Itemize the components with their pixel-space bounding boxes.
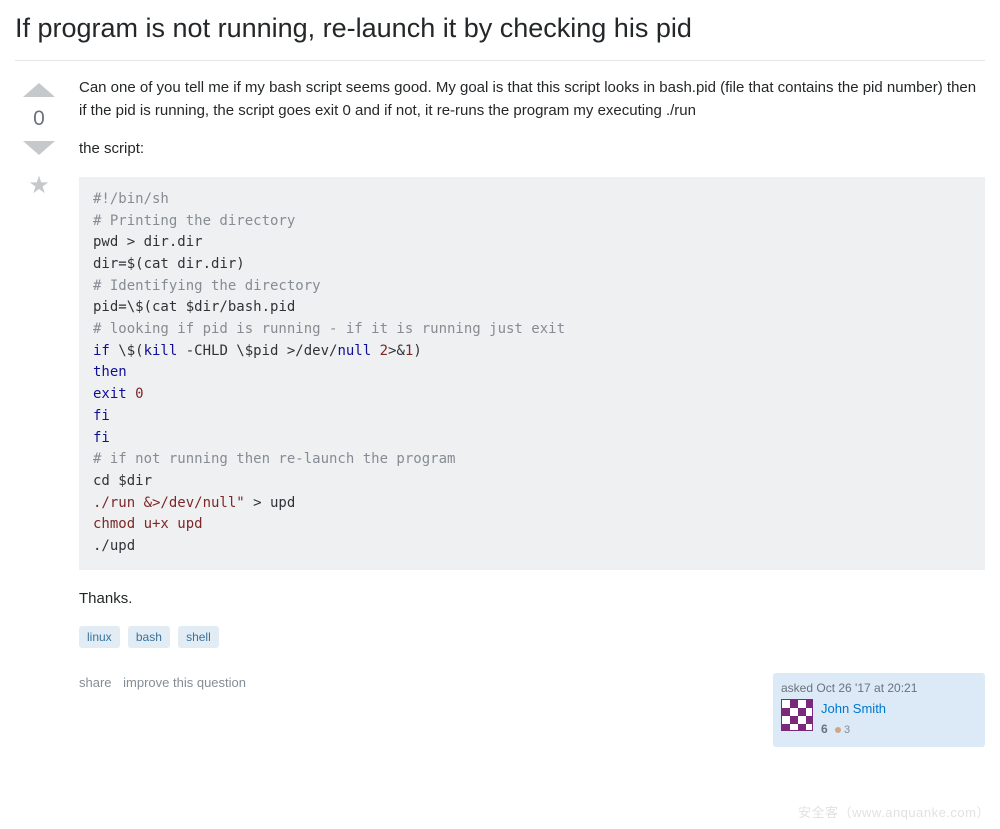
post-layout: 0 ★ Can one of you tell me if my bash sc… [15,77,985,746]
question-title: If program is not running, re-launch it … [15,10,985,61]
user-card: asked Oct 26 '17 at 20:21 John Smith 6 3 [773,673,985,747]
improve-link[interactable]: improve this question [123,675,246,690]
tag-list: linux bash shell [79,626,985,649]
body-paragraph: Thanks. [79,588,985,611]
avatar[interactable] [781,699,813,731]
user-action-time: asked Oct 26 '17 at 20:21 [781,679,977,697]
vote-count: 0 [33,107,45,131]
tag-linux[interactable]: linux [79,626,120,648]
post-body: Can one of you tell me if my bash script… [79,77,985,746]
post-menu: share improve this question [79,673,254,693]
tag-shell[interactable]: shell [178,626,219,648]
bronze-badge-icon [835,727,841,733]
upvote-button[interactable] [23,83,55,97]
favorite-star-icon[interactable]: ★ [28,171,50,200]
post-footer: share improve this question asked Oct 26… [79,673,985,747]
body-paragraph: the script: [79,138,985,161]
code-block: #!/bin/sh # Printing the directory pwd >… [79,177,985,570]
vote-column: 0 ★ [15,77,63,746]
body-paragraph: Can one of you tell me if my bash script… [79,77,985,122]
tag-bash[interactable]: bash [128,626,170,648]
user-name-link[interactable]: John Smith [821,701,886,716]
watermark: 安全客（www.anquanke.com） [798,802,990,821]
user-reputation: 6 3 [821,720,886,739]
downvote-button[interactable] [23,141,55,155]
share-link[interactable]: share [79,675,112,690]
